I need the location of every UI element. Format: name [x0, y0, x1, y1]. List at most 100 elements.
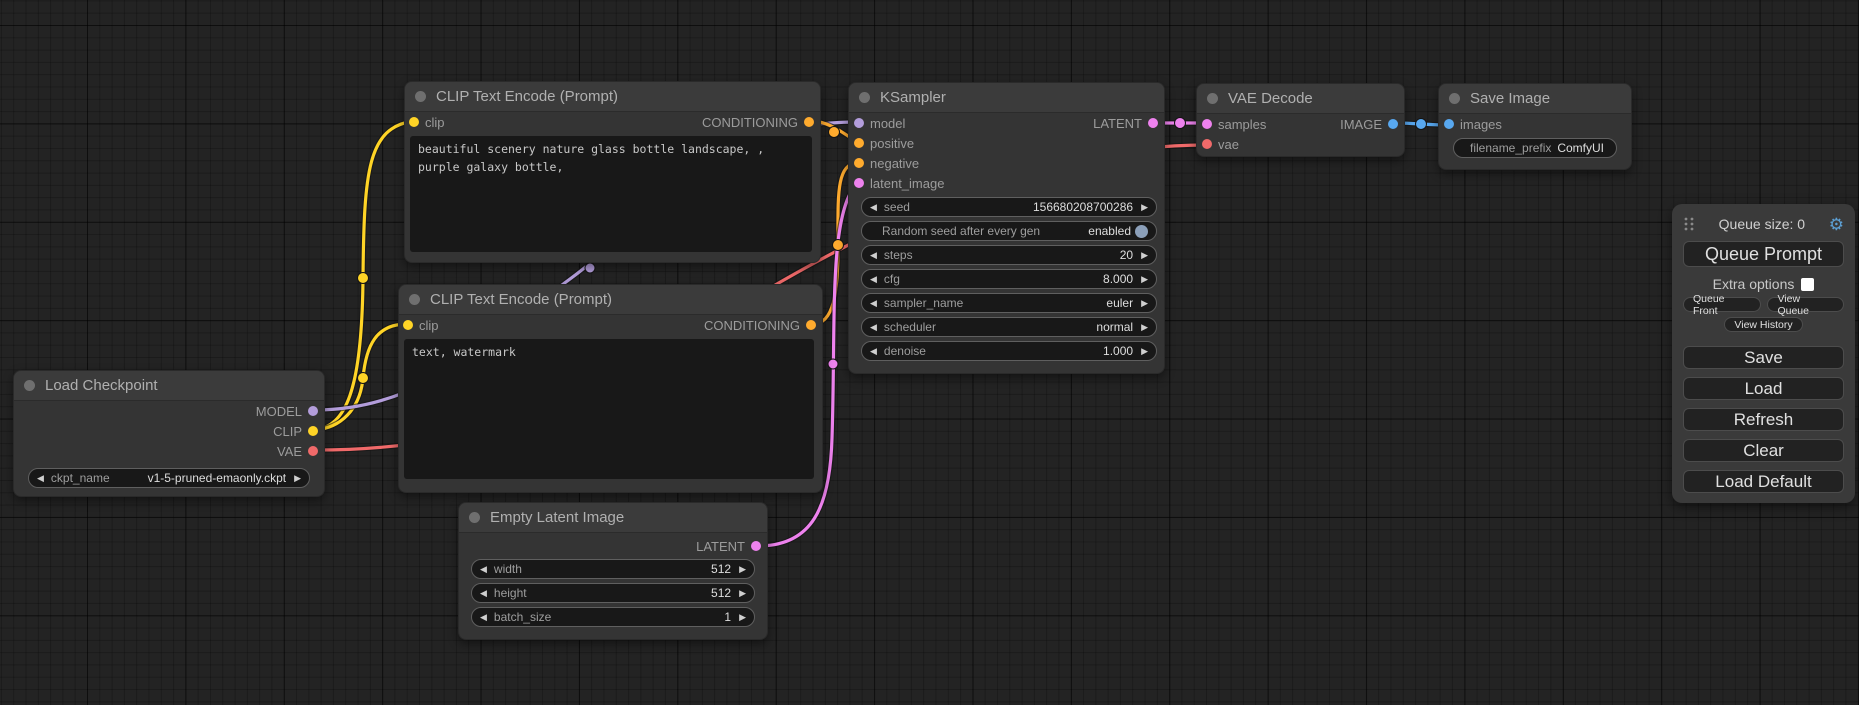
decrement-arrow-icon[interactable]: ◀: [870, 275, 877, 284]
decrement-arrow-icon[interactable]: ◀: [37, 474, 44, 483]
prompt-text-input[interactable]: beautiful scenery nature glass bottle la…: [410, 136, 812, 252]
conditioning-output-slot[interactable]: [806, 320, 816, 330]
increment-arrow-icon[interactable]: ▶: [1141, 347, 1148, 356]
collapse-dot-icon[interactable]: [859, 92, 870, 103]
denoise-widget[interactable]: ◀ denoise 1.000 ▶: [861, 341, 1157, 361]
node-ksampler[interactable]: KSampler model LATENT positive negative …: [848, 82, 1165, 374]
view-history-button[interactable]: View History: [1724, 317, 1802, 332]
latent-image-input-slot[interactable]: [854, 178, 864, 188]
steps-widget[interactable]: ◀ steps 20 ▶: [861, 245, 1157, 265]
node-save-image[interactable]: Save Image images filename_prefix ComfyU…: [1438, 83, 1632, 170]
latent-output-slot[interactable]: [751, 541, 761, 551]
increment-arrow-icon[interactable]: ▶: [1141, 251, 1148, 260]
increment-arrow-icon[interactable]: ▶: [739, 565, 746, 574]
node-header[interactable]: CLIP Text Encode (Prompt): [399, 285, 822, 315]
widget-label: cfg: [884, 272, 900, 286]
increment-arrow-icon[interactable]: ▶: [739, 589, 746, 598]
refresh-button[interactable]: Refresh: [1683, 408, 1844, 431]
node-header[interactable]: CLIP Text Encode (Prompt): [405, 82, 820, 112]
decrement-arrow-icon[interactable]: ◀: [480, 613, 487, 622]
scheduler-widget[interactable]: ◀ scheduler normal ▶: [861, 317, 1157, 337]
decrement-arrow-icon[interactable]: ◀: [870, 323, 877, 332]
positive-input-slot[interactable]: [854, 138, 864, 148]
increment-arrow-icon[interactable]: ▶: [1141, 275, 1148, 284]
vae-output-slot[interactable]: [308, 446, 318, 456]
decrement-arrow-icon[interactable]: ◀: [870, 347, 877, 356]
decrement-arrow-icon[interactable]: ◀: [480, 565, 487, 574]
link-dot: [833, 240, 844, 251]
node-header[interactable]: Save Image: [1439, 84, 1631, 114]
collapse-dot-icon[interactable]: [469, 512, 480, 523]
widget-value: normal: [1096, 320, 1133, 334]
node-clip-text-encode-positive[interactable]: CLIP Text Encode (Prompt) clip CONDITION…: [404, 81, 821, 263]
conditioning-output-slot[interactable]: [804, 117, 814, 127]
collapse-dot-icon[interactable]: [24, 380, 35, 391]
drag-handle-icon[interactable]: [1683, 216, 1695, 232]
node-header[interactable]: VAE Decode: [1197, 84, 1404, 114]
image-output-slot[interactable]: [1388, 119, 1398, 129]
increment-arrow-icon[interactable]: ▶: [294, 474, 301, 483]
widget-label: ckpt_name: [51, 471, 110, 485]
widget-value: 512: [711, 562, 731, 576]
output-label: IMAGE: [1340, 117, 1382, 132]
node-vae-decode[interactable]: VAE Decode samples IMAGE vae: [1196, 83, 1405, 157]
extra-options-checkbox[interactable]: [1801, 278, 1814, 291]
model-output-slot[interactable]: [308, 406, 318, 416]
widget-label: Random seed after every gen: [882, 224, 1040, 238]
model-input-slot[interactable]: [854, 118, 864, 128]
vae-input-slot[interactable]: [1202, 139, 1212, 149]
clip-input-slot[interactable]: [403, 320, 413, 330]
node-title: CLIP Text Encode (Prompt): [430, 291, 612, 308]
node-header[interactable]: Empty Latent Image: [459, 503, 767, 533]
samples-input-slot[interactable]: [1202, 119, 1212, 129]
clip-output-slot[interactable]: [308, 426, 318, 436]
extra-options-label: Extra options: [1713, 276, 1795, 292]
collapse-dot-icon[interactable]: [1449, 93, 1460, 104]
output-row-model: MODEL: [14, 401, 324, 421]
cfg-widget[interactable]: ◀ cfg 8.000 ▶: [861, 269, 1157, 289]
node-title: Save Image: [1470, 90, 1550, 107]
images-input-slot[interactable]: [1444, 119, 1454, 129]
collapse-dot-icon[interactable]: [415, 91, 426, 102]
width-widget[interactable]: ◀ width 512 ▶: [471, 559, 755, 579]
settings-gear-icon[interactable]: ⚙: [1829, 216, 1844, 233]
node-header[interactable]: KSampler: [849, 83, 1164, 113]
batch-size-widget[interactable]: ◀ batch_size 1 ▶: [471, 607, 755, 627]
latent-output-slot[interactable]: [1148, 118, 1158, 128]
toggle-on-icon[interactable]: [1135, 225, 1148, 238]
widget-value: 1: [724, 610, 731, 624]
increment-arrow-icon[interactable]: ▶: [1141, 203, 1148, 212]
queue-front-button[interactable]: Queue Front: [1683, 297, 1761, 312]
filename-prefix-widget[interactable]: filename_prefix ComfyUI: [1453, 138, 1617, 158]
node-clip-text-encode-negative[interactable]: CLIP Text Encode (Prompt) clip CONDITION…: [398, 284, 823, 493]
clip-input-slot[interactable]: [409, 117, 419, 127]
input-label: images: [1460, 117, 1502, 132]
save-button[interactable]: Save: [1683, 346, 1844, 369]
load-default-button[interactable]: Load Default: [1683, 470, 1844, 493]
view-queue-button[interactable]: View Queue: [1767, 297, 1844, 312]
widget-label: seed: [884, 200, 910, 214]
decrement-arrow-icon[interactable]: ◀: [870, 251, 877, 260]
collapse-dot-icon[interactable]: [409, 294, 420, 305]
increment-arrow-icon[interactable]: ▶: [1141, 323, 1148, 332]
decrement-arrow-icon[interactable]: ◀: [480, 589, 487, 598]
increment-arrow-icon[interactable]: ▶: [739, 613, 746, 622]
height-widget[interactable]: ◀ height 512 ▶: [471, 583, 755, 603]
clear-button[interactable]: Clear: [1683, 439, 1844, 462]
decrement-arrow-icon[interactable]: ◀: [870, 203, 877, 212]
random-seed-toggle[interactable]: Random seed after every gen enabled: [861, 221, 1157, 241]
sampler-name-widget[interactable]: ◀ sampler_name euler ▶: [861, 293, 1157, 313]
seed-widget[interactable]: ◀ seed 156680208700286 ▶: [861, 197, 1157, 217]
queue-prompt-button[interactable]: Queue Prompt: [1683, 241, 1844, 267]
increment-arrow-icon[interactable]: ▶: [1141, 299, 1148, 308]
output-label: LATENT: [696, 539, 745, 554]
collapse-dot-icon[interactable]: [1207, 93, 1218, 104]
decrement-arrow-icon[interactable]: ◀: [870, 299, 877, 308]
node-header[interactable]: Load Checkpoint: [14, 371, 324, 401]
node-empty-latent-image[interactable]: Empty Latent Image LATENT ◀ width 512 ▶ …: [458, 502, 768, 640]
node-load-checkpoint[interactable]: Load Checkpoint MODEL CLIP VAE ◀ ckpt_na…: [13, 370, 325, 497]
ckpt-name-widget[interactable]: ◀ ckpt_name v1-5-pruned-emaonly.ckpt ▶: [28, 468, 310, 488]
negative-input-slot[interactable]: [854, 158, 864, 168]
prompt-text-input[interactable]: text, watermark: [404, 339, 814, 479]
load-button[interactable]: Load: [1683, 377, 1844, 400]
